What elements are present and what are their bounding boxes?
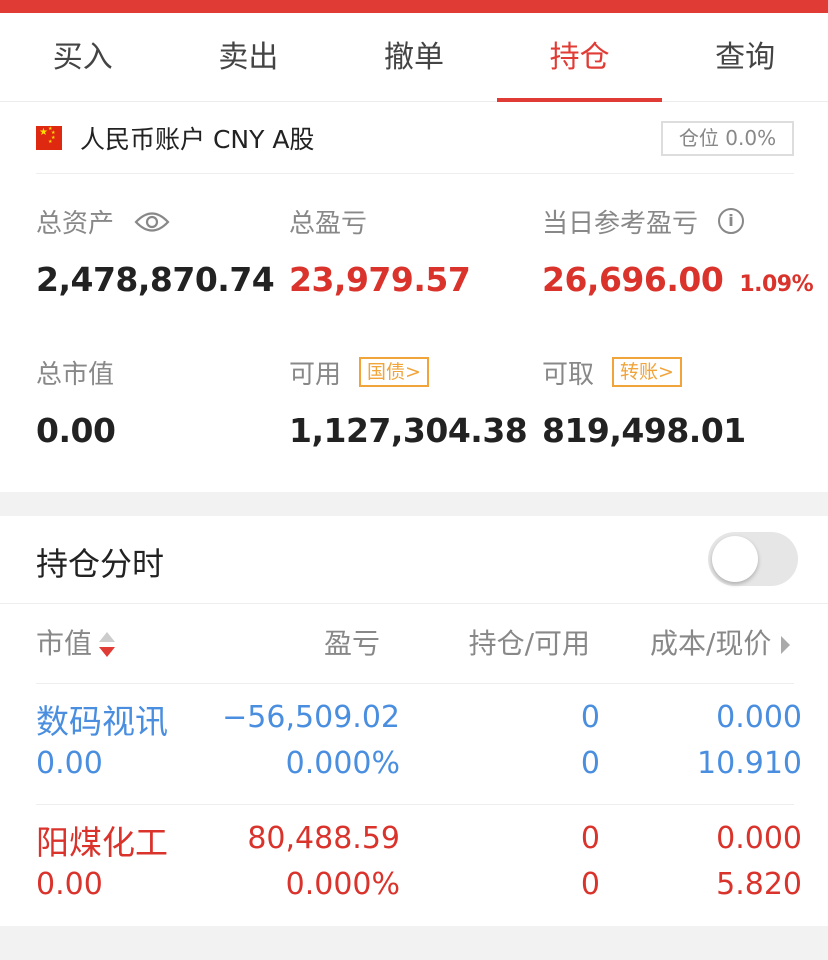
stock-pnl-percent: 0.000%: [285, 867, 400, 902]
daily-pnl-stat: 当日参考盈亏 i 26,696.00 1.09%: [542, 204, 814, 299]
total-assets-label: 总资产: [36, 208, 115, 239]
holdings-header: 持仓分时: [0, 516, 828, 604]
stock-available: 0: [580, 867, 600, 902]
holdings-title: 持仓分时: [36, 545, 165, 583]
market-value-value: 0.00: [36, 411, 116, 450]
position-ratio-badge: 仓位 0.0%: [661, 121, 794, 156]
holding-row[interactable]: 阳煤化工 0.00 80,488.59 0.000% 0 0 0.000 5.8…: [0, 805, 828, 926]
total-pnl-value: 23,979.57: [289, 260, 471, 299]
top-status-bar: [0, 0, 828, 13]
treasury-bond-link[interactable]: 国债>: [359, 357, 429, 387]
available-stat: 可用 国债> 1,127,304.38: [289, 355, 528, 450]
transfer-link[interactable]: 转账>: [612, 357, 682, 387]
eye-icon[interactable]: [134, 210, 170, 232]
chevron-right-icon[interactable]: [781, 636, 791, 654]
column-market-value[interactable]: 市值: [36, 604, 116, 684]
holding-row[interactable]: 数码视讯 0.00 −56,509.02 0.000% 0 0 0.000 10…: [0, 684, 828, 805]
available-label: 可用: [289, 359, 342, 390]
account-header: ★ ★ ★ ★ ★ 人民币账户 CNY A股 仓位 0.0%: [36, 102, 794, 174]
stock-position: 0: [580, 821, 600, 856]
total-assets-stat: 总资产 2,478,870.74: [36, 204, 275, 300]
stock-pnl-percent: 0.000%: [285, 746, 400, 781]
total-pnl-stat: 总盈亏 23,979.57: [289, 204, 471, 300]
column-cost-price[interactable]: 成本/现价: [650, 604, 791, 684]
stock-market-value: 0.00: [36, 867, 103, 902]
tab-holdings[interactable]: 持仓: [496, 13, 663, 102]
total-assets-value: 2,478,870.74: [36, 260, 275, 299]
column-pnl[interactable]: 盈亏: [250, 604, 380, 684]
tab-buy[interactable]: 买入: [0, 13, 166, 101]
china-flag-icon: ★ ★ ★ ★ ★: [36, 126, 62, 150]
tab-query[interactable]: 查询: [662, 13, 828, 101]
stock-cost: 0.000: [716, 821, 802, 856]
holdings-section: 持仓分时 市值 盈亏 持仓/可用 成本/现价 数码视讯 0.00 −56,509…: [0, 516, 828, 926]
market-value-stat: 总市值 0.00: [36, 355, 116, 451]
daily-pnl-value: 26,696.00: [542, 260, 724, 299]
stock-cost: 0.000: [716, 700, 802, 735]
stock-pnl: −56,509.02: [222, 700, 400, 735]
tab-cancel[interactable]: 撤单: [331, 13, 497, 101]
stock-available: 0: [580, 746, 600, 781]
toggle-knob: [712, 536, 758, 582]
available-value: 1,127,304.38: [289, 411, 528, 450]
page-bottom: [0, 926, 828, 960]
tab-sell[interactable]: 卖出: [166, 13, 332, 101]
stock-name: 阳煤化工: [36, 823, 168, 862]
account-summary: ★ ★ ★ ★ ★ 人民币账户 CNY A股 仓位 0.0% 总资产 2,478…: [0, 102, 828, 492]
stock-name: 数码视讯: [36, 702, 168, 741]
total-pnl-label: 总盈亏: [289, 208, 368, 239]
column-market-value-label: 市值: [36, 627, 93, 660]
column-position-available[interactable]: 持仓/可用: [420, 604, 590, 684]
stock-market-value: 0.00: [36, 746, 103, 781]
sort-icon[interactable]: [98, 630, 116, 660]
trade-tabs: 买入 卖出 撤单 持仓 查询: [0, 13, 828, 102]
stock-pnl: 80,488.59: [247, 821, 400, 856]
daily-pnl-percent: 1.09%: [739, 272, 814, 297]
stock-price: 5.820: [716, 867, 802, 902]
stock-price: 10.910: [697, 746, 802, 781]
account-name: 人民币账户 CNY A股: [80, 125, 315, 154]
stock-position: 0: [580, 700, 600, 735]
withdrawable-stat: 可取 转账> 819,498.01: [542, 355, 746, 450]
column-cost-price-label: 成本/现价: [650, 627, 772, 660]
market-value-label: 总市值: [36, 359, 115, 390]
holdings-timeshare-toggle[interactable]: [708, 532, 798, 586]
withdrawable-value: 819,498.01: [542, 411, 746, 450]
daily-pnl-label: 当日参考盈亏: [542, 208, 699, 239]
withdrawable-label: 可取: [542, 359, 595, 390]
info-icon[interactable]: i: [718, 208, 745, 234]
